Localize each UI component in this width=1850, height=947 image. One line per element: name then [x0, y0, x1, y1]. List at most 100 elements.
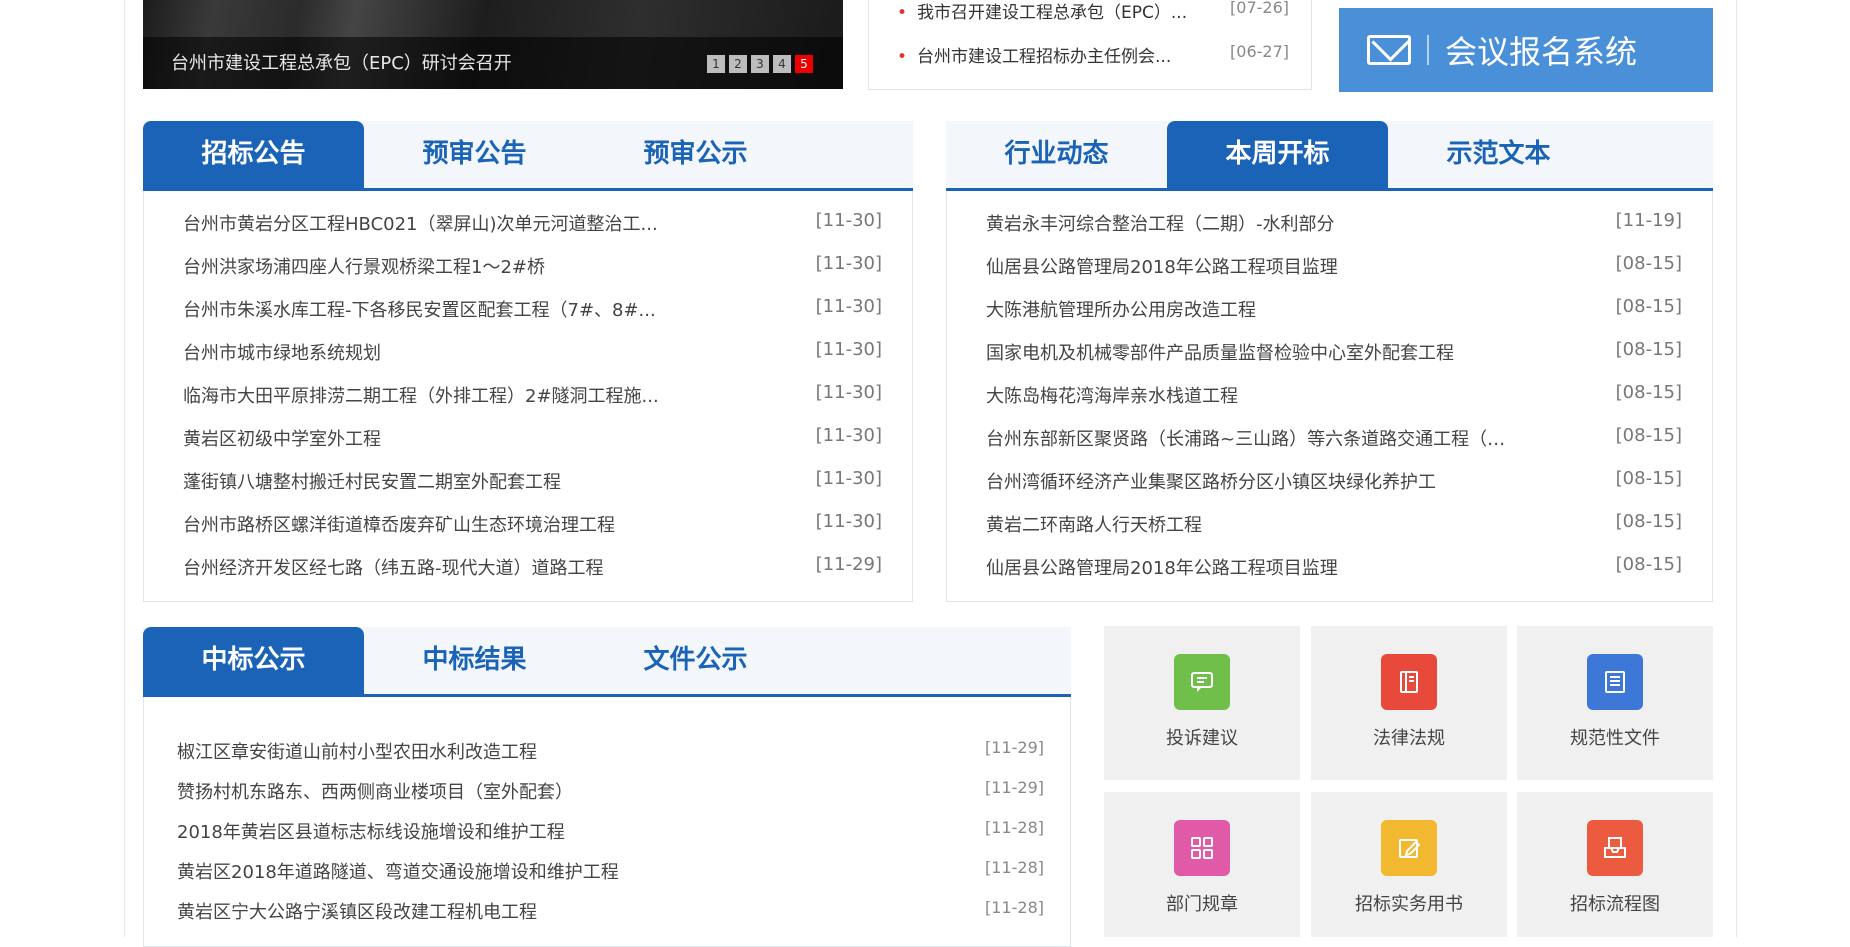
news-date: [06-27] — [1230, 42, 1289, 61]
list-item[interactable]: 蓬街镇八塘整村搬迁村民安置二期室外配套工程 [11-30] — [183, 468, 882, 494]
item-title[interactable]: 临海市大田平原排涝二期工程（外排工程）2#隧洞工程施... — [183, 382, 659, 408]
item-title[interactable]: 蓬街镇八塘整村搬迁村民安置二期室外配套工程 — [183, 468, 561, 494]
item-date: [11-29] — [985, 738, 1044, 757]
quick-link-tile[interactable]: 招标实务用书 — [1311, 792, 1507, 937]
list-item[interactable]: 黄岩二环南路人行天桥工程 [08-15] — [986, 511, 1682, 537]
bullet-icon: • — [897, 3, 908, 23]
item-date: [11-28] — [985, 858, 1044, 877]
list-item[interactable]: 台州湾循环经济产业集聚区路桥分区小镇区块绿化养护工 [08-15] — [986, 468, 1682, 494]
slideshow-dot[interactable]: 3 — [751, 55, 769, 73]
item-date: [08-15] — [1615, 339, 1682, 360]
list-item[interactable]: 大陈岛梅花湾海岸亲水栈道工程 [08-15] — [986, 382, 1682, 408]
item-title[interactable]: 台州洪家场浦四座人行景观桥梁工程1～2#桥 — [183, 253, 545, 279]
item-date: [11-29] — [985, 778, 1044, 797]
list-item[interactable]: • 台州市建设工程招标办主任例会... [06-27] — [897, 42, 1289, 67]
envelope-icon — [1367, 35, 1411, 65]
tab-industry-news[interactable]: 行业动态 — [946, 121, 1167, 188]
item-date: [08-15] — [1615, 425, 1682, 446]
tender-notice-panel: 招标公告 预审公告 预审公示 台州市黄岩分区工程HBC021（翠屏山)次单元河道… — [143, 121, 913, 602]
tab-template-documents[interactable]: 示范文本 — [1388, 121, 1609, 188]
item-title[interactable]: 黄岩区初级中学室外工程 — [183, 425, 381, 451]
tab-bar: 行业动态 本周开标 示范文本 — [946, 121, 1713, 191]
item-title[interactable]: 仙居县公路管理局2018年公路工程项目监理 — [986, 253, 1338, 279]
quick-link-tile[interactable]: 法律法规 — [1311, 626, 1507, 780]
page-border-left — [124, 0, 125, 937]
tab-bar: 中标公示 中标结果 文件公示 — [143, 627, 1071, 697]
list-item[interactable]: 国家电机及机械零部件产品质量监督检验中心室外配套工程 [08-15] — [986, 339, 1682, 365]
item-date: [11-30] — [815, 296, 882, 317]
item-title[interactable]: 台州市黄岩分区工程HBC021（翠屏山)次单元河道整治工... — [183, 210, 658, 236]
meeting-registration-button[interactable]: 会议报名系统 — [1339, 8, 1713, 92]
tab-award-publicity[interactable]: 中标公示 — [143, 627, 364, 694]
item-title[interactable]: 仙居县公路管理局2018年公路工程项目监理 — [986, 554, 1338, 580]
list-item[interactable]: 台州市黄岩分区工程HBC021（翠屏山)次单元河道整治工... [11-30] — [183, 210, 882, 236]
news-slideshow[interactable]: 台州市建设工程总承包（EPC）研讨会召开 1 2 3 4 5 — [143, 0, 843, 89]
slideshow-caption[interactable]: 台州市建设工程总承包（EPC）研讨会召开 — [171, 49, 512, 75]
item-date: [08-15] — [1615, 253, 1682, 274]
meeting-registration-label: 会议报名系统 — [1445, 33, 1638, 71]
item-title[interactable]: 台州经济开发区经七路（纬五路-现代大道）道路工程 — [183, 554, 604, 580]
bullet-icon: • — [897, 47, 908, 67]
quick-link-tile[interactable]: 招标流程图 — [1517, 792, 1713, 937]
list-item[interactable]: 黄岩区初级中学室外工程 [11-30] — [183, 425, 882, 451]
item-title[interactable]: 大陈岛梅花湾海岸亲水栈道工程 — [986, 382, 1238, 408]
list-item[interactable]: 2018年黄岩区县道标志标线设施增设和维护工程 [11-28] — [177, 818, 1044, 844]
slideshow-dot-active[interactable]: 5 — [795, 55, 813, 73]
law-book-icon — [1381, 654, 1437, 710]
list-item[interactable]: 台州市朱溪水库工程-下各移民安置区配套工程（7#、8#... [11-30] — [183, 296, 882, 322]
item-title[interactable]: 赞扬村机东路东、西两侧商业楼项目（室外配套） — [177, 778, 573, 804]
item-title[interactable]: 黄岩永丰河综合整治工程（二期）-水利部分 — [986, 210, 1335, 236]
item-date: [08-15] — [1615, 511, 1682, 532]
complaint-icon — [1174, 654, 1230, 710]
slideshow-dot[interactable]: 2 — [729, 55, 747, 73]
item-title[interactable]: 台州市城市绿地系统规划 — [183, 339, 381, 365]
news-title[interactable]: 我市召开建设工程总承包（EPC）... — [917, 3, 1187, 23]
list-item[interactable]: 仙居县公路管理局2018年公路工程项目监理 [08-15] — [986, 253, 1682, 279]
slideshow-dot[interactable]: 1 — [707, 55, 725, 73]
item-title[interactable]: 2018年黄岩区县道标志标线设施增设和维护工程 — [177, 818, 565, 844]
tab-prequalification-notice[interactable]: 预审公告 — [364, 121, 585, 188]
page-border-right — [1736, 0, 1737, 937]
quick-link-tile[interactable]: 部门规章 — [1104, 792, 1300, 937]
list-item[interactable]: 黄岩区宁大公路宁溪镇区段改建工程机电工程 [11-28] — [177, 898, 1044, 924]
list-item[interactable]: 大陈港航管理所办公用房改造工程 [08-15] — [986, 296, 1682, 322]
item-title[interactable]: 大陈港航管理所办公用房改造工程 — [986, 296, 1256, 322]
item-date: [11-30] — [815, 210, 882, 231]
list-item[interactable]: 台州东部新区聚贤路（长浦路~三山路）等六条道路交通工程（标... [08-15] — [986, 425, 1682, 451]
item-title[interactable]: 台州市路桥区螺洋街道樟岙废弃矿山生态环境治理工程 — [183, 511, 615, 537]
item-title[interactable]: 黄岩二环南路人行天桥工程 — [986, 511, 1202, 537]
list-item[interactable]: • 我市召开建设工程总承包（EPC）... [07-26] — [897, 0, 1289, 23]
tab-prequalification-publicity[interactable]: 预审公示 — [585, 121, 806, 188]
item-title[interactable]: 台州东部新区聚贤路（长浦路~三山路）等六条道路交通工程（标... — [986, 425, 1506, 451]
list-item[interactable]: 台州经济开发区经七路（纬五路-现代大道）道路工程 [11-29] — [183, 554, 882, 580]
quick-link-tile[interactable]: 投诉建议 — [1104, 626, 1300, 780]
list-item[interactable]: 临海市大田平原排涝二期工程（外排工程）2#隧洞工程施... [11-30] — [183, 382, 882, 408]
document-list-icon — [1587, 654, 1643, 710]
list-item[interactable]: 黄岩永丰河综合整治工程（二期）-水利部分 [11-19] — [986, 210, 1682, 236]
list-item[interactable]: 黄岩区2018年道路隧道、弯道交通设施增设和维护工程 [11-28] — [177, 858, 1044, 884]
item-title[interactable]: 台州湾循环经济产业集聚区路桥分区小镇区块绿化养护工 — [986, 468, 1436, 494]
tab-document-publicity[interactable]: 文件公示 — [585, 627, 806, 694]
news-title[interactable]: 台州市建设工程招标办主任例会... — [917, 47, 1171, 67]
list-item[interactable]: 台州市路桥区螺洋街道樟岙废弃矿山生态环境治理工程 [11-30] — [183, 511, 882, 537]
tab-weekly-bid-opening[interactable]: 本周开标 — [1167, 121, 1388, 188]
item-title[interactable]: 椒江区章安街道山前村小型农田水利改造工程 — [177, 738, 537, 764]
quick-link-tile[interactable]: 规范性文件 — [1517, 626, 1713, 780]
item-date: [11-30] — [815, 382, 882, 403]
list-item[interactable]: 台州市城市绿地系统规划 [11-30] — [183, 339, 882, 365]
list-item[interactable]: 赞扬村机东路东、西两侧商业楼项目（室外配套） [11-29] — [177, 778, 1044, 804]
item-date: [08-15] — [1615, 468, 1682, 489]
item-title[interactable]: 国家电机及机械零部件产品质量监督检验中心室外配套工程 — [986, 339, 1454, 365]
item-date: [08-15] — [1615, 382, 1682, 403]
list-item[interactable]: 仙居县公路管理局2018年公路工程项目监理 [08-15] — [986, 554, 1682, 580]
item-title[interactable]: 台州市朱溪水库工程-下各移民安置区配套工程（7#、8#... — [183, 296, 656, 322]
item-title[interactable]: 黄岩区宁大公路宁溪镇区段改建工程机电工程 — [177, 898, 537, 924]
tab-tender-notice[interactable]: 招标公告 — [143, 121, 364, 188]
item-title[interactable]: 黄岩区2018年道路隧道、弯道交通设施增设和维护工程 — [177, 858, 619, 884]
tab-award-results[interactable]: 中标结果 — [364, 627, 585, 694]
item-date: [11-30] — [815, 253, 882, 274]
list-item[interactable]: 椒江区章安街道山前村小型农田水利改造工程 [11-29] — [177, 738, 1044, 764]
item-date: [11-28] — [985, 898, 1044, 917]
list-item[interactable]: 台州洪家场浦四座人行景观桥梁工程1～2#桥 [11-30] — [183, 253, 882, 279]
slideshow-dot[interactable]: 4 — [773, 55, 791, 73]
